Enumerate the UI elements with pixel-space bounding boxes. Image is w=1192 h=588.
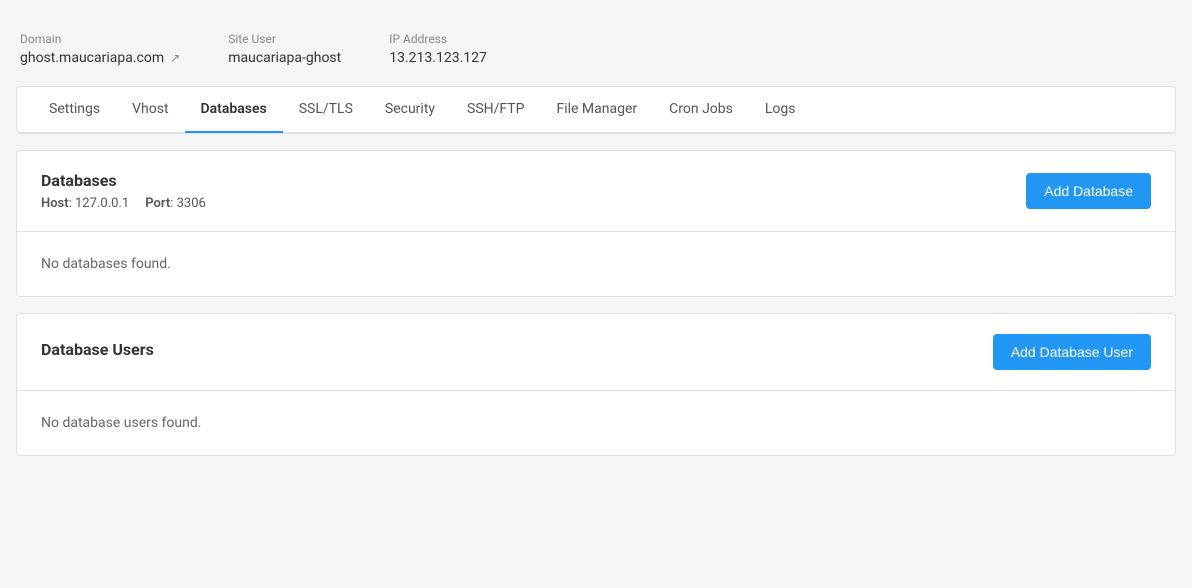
ip-address-label: IP Address [389, 32, 487, 46]
external-link-icon[interactable]: ↗ [170, 51, 180, 65]
port-value: 3306 [177, 196, 206, 211]
domain-value: ghost.maucariapa.com ↗ [20, 50, 180, 66]
ip-address-value: 13.213.123.127 [389, 50, 487, 66]
database-users-header-left: Database Users [41, 340, 154, 365]
tab-settings[interactable]: Settings [33, 87, 116, 133]
add-database-user-button[interactable]: Add Database User [993, 334, 1151, 370]
databases-empty-message: No databases found. [41, 256, 171, 272]
database-users-header: Database Users Add Database User [17, 314, 1175, 391]
tab-file-manager[interactable]: File Manager [540, 87, 653, 133]
database-users-card: Database Users Add Database User No data… [16, 313, 1176, 456]
tab-security[interactable]: Security [369, 87, 451, 133]
tab-ssl-tls[interactable]: SSL/TLS [283, 87, 369, 133]
ip-address-group: IP Address 13.213.123.127 [389, 32, 487, 66]
tab-ssh-ftp[interactable]: SSH/FTP [451, 87, 540, 133]
database-users-empty-message: No database users found. [41, 415, 201, 431]
tab-cron-jobs[interactable]: Cron Jobs [653, 87, 749, 133]
host-label: Host [41, 196, 69, 211]
databases-header: Databases Host: 127.0.0.1 Port: 3306 Add… [17, 151, 1175, 232]
databases-header-left: Databases Host: 127.0.0.1 Port: 3306 [41, 171, 206, 211]
domain-label: Domain [20, 32, 180, 46]
tabs-bar: Settings Vhost Databases SSL/TLS Securit… [17, 87, 1175, 133]
tab-logs[interactable]: Logs [749, 87, 812, 133]
database-users-empty-body: No database users found. [17, 391, 1175, 455]
domain-group: Domain ghost.maucariapa.com ↗ [20, 32, 180, 66]
database-users-title: Database Users [41, 340, 154, 359]
databases-meta: Host: 127.0.0.1 Port: 3306 [41, 196, 206, 211]
tab-vhost[interactable]: Vhost [116, 87, 184, 133]
add-database-button[interactable]: Add Database [1026, 173, 1151, 209]
server-info: Domain ghost.maucariapa.com ↗ Site User … [16, 20, 1176, 86]
site-user-group: Site User maucariapa-ghost [228, 32, 341, 66]
site-user-label: Site User [228, 32, 341, 46]
site-user-value: maucariapa-ghost [228, 50, 341, 66]
databases-title: Databases [41, 171, 206, 190]
host-value: 127.0.0.1 [75, 196, 129, 211]
port-label: Port [145, 196, 170, 211]
databases-empty-body: No databases found. [17, 232, 1175, 296]
tabs-card: Settings Vhost Databases SSL/TLS Securit… [16, 86, 1176, 134]
databases-card: Databases Host: 127.0.0.1 Port: 3306 Add… [16, 150, 1176, 297]
tab-databases[interactable]: Databases [185, 87, 283, 133]
